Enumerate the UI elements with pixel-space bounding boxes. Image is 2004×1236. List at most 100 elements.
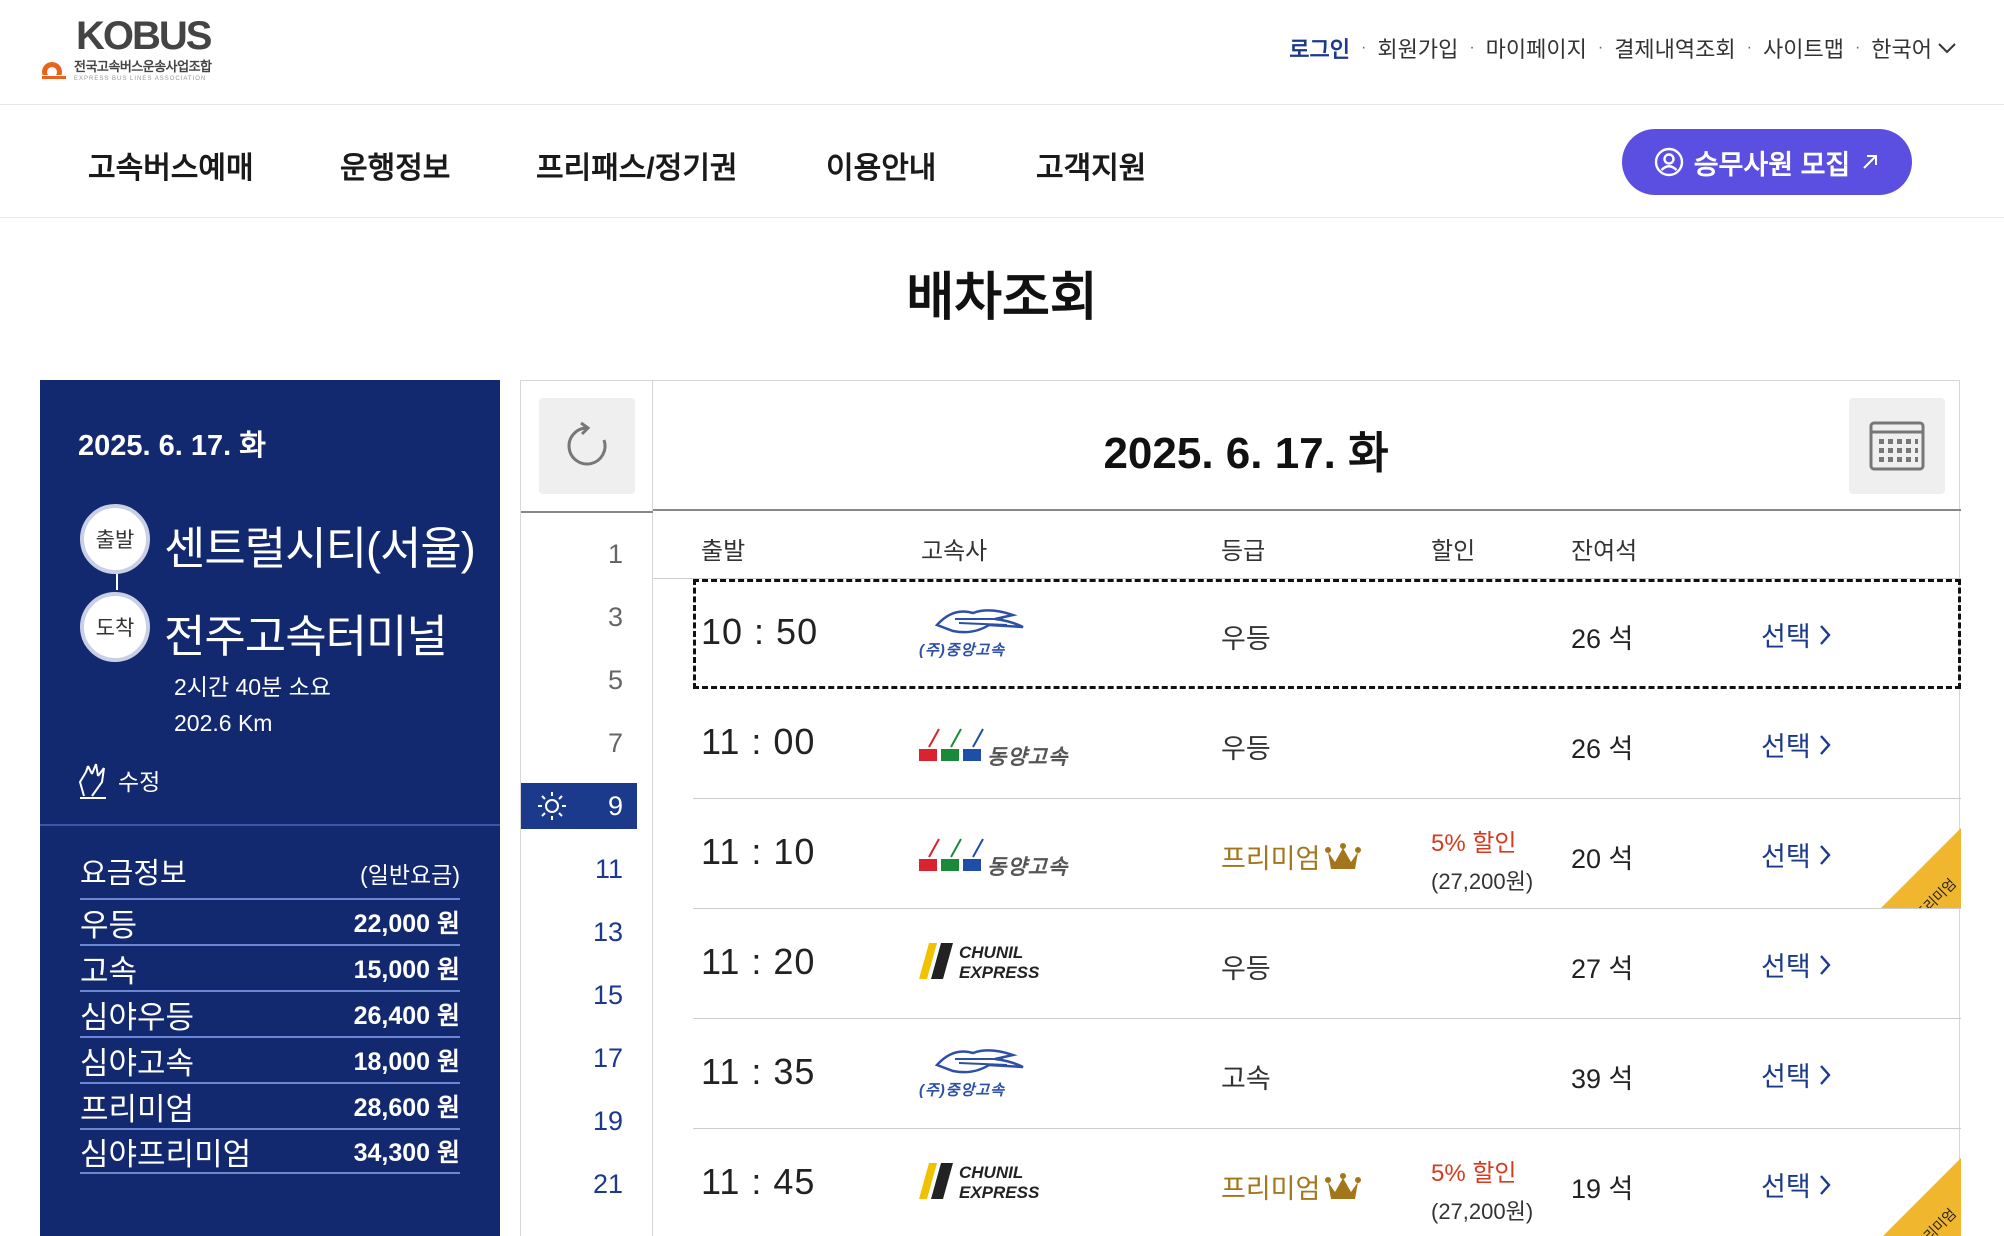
select-button[interactable]: 선택: [1761, 725, 1831, 764]
nav-item-operation-info[interactable]: 운행정보: [340, 143, 450, 187]
nav-item-freepass[interactable]: 프리패스/정기권: [536, 143, 738, 187]
recruit-button[interactable]: 승무사원 모집: [1622, 129, 1912, 195]
panel-divider: [40, 824, 500, 826]
company-logo-chunil: CHUNIL EXPRESS: [919, 1155, 1089, 1211]
edit-route-button[interactable]: 수정: [78, 760, 160, 800]
bus-grade-premium: 프리미엄: [1221, 837, 1362, 876]
table-row[interactable]: 10 : 50 (주)중앙고속 우등 26 석 선택: [693, 579, 1961, 689]
jungang-logo-mark: [934, 609, 1024, 634]
fare-price: 15,000 원: [353, 956, 460, 984]
jungang-logo-mark: [934, 1049, 1024, 1074]
nav-item-support[interactable]: 고객지원: [1036, 143, 1146, 187]
company-logo-dongyang: 동양고속: [919, 715, 1089, 771]
mypage-link[interactable]: 마이페이지: [1486, 32, 1587, 64]
select-button[interactable]: 선택: [1761, 1165, 1831, 1204]
chevron-right-icon: [1819, 624, 1831, 645]
table-row[interactable]: 11 : 45 CHUNIL EXPRESS 프리미엄 5% 할인 (27,20…: [693, 1129, 1961, 1236]
nav-item-booking[interactable]: 고속버스예매: [88, 143, 254, 187]
separator-dot: ·: [1361, 39, 1367, 56]
fare-price: 28,600 원: [353, 1094, 460, 1122]
nav-item-guide[interactable]: 이용안내: [826, 143, 936, 187]
hour-filter-15[interactable]: 15: [521, 972, 653, 1018]
bus-grade: 우등: [1221, 954, 1271, 984]
chunil-logo-mark: [919, 1163, 953, 1199]
payment-history-link[interactable]: 결제내역조회: [1614, 32, 1735, 64]
select-label: 선택: [1761, 622, 1811, 652]
fare-row: 심야고속 18,000 원: [80, 1036, 460, 1082]
arrive-badge: 도착: [80, 592, 150, 662]
seats-left: 20 석: [1571, 844, 1634, 874]
hour-filter-19[interactable]: 19: [521, 1098, 653, 1144]
logo-subtitle-en: EXPRESS BUS LINES ASSOCIATION: [74, 76, 207, 82]
hour-filter-5[interactable]: 5: [521, 657, 653, 703]
depart-time: 11 : 00: [701, 721, 816, 762]
main-nav: 고속버스예매 운행정보 프리패스/정기권 이용안내 고객지원 승무사원 모집: [0, 105, 2004, 218]
hour-filter-3[interactable]: 3: [521, 594, 653, 640]
bus-grade: 우등: [1221, 624, 1271, 654]
col-company: 고속사: [921, 538, 988, 565]
company-logo-dongyang: 동양고속: [919, 825, 1089, 881]
seats-left: 26 석: [1571, 734, 1634, 764]
hour-filter-column: 1 3 5 7 9 11 13 15 17 19 21: [521, 381, 653, 1236]
fare-row: 심야우등 26,400 원: [80, 990, 460, 1036]
sun-icon: [538, 792, 566, 820]
select-button[interactable]: 선택: [1761, 615, 1831, 654]
select-button[interactable]: 선택: [1761, 945, 1831, 984]
route-date: 2025. 6. 17. 화: [78, 430, 266, 462]
select-button[interactable]: 선택: [1761, 835, 1831, 874]
depart-time: 11 : 10: [701, 831, 816, 872]
language-select[interactable]: 한국어: [1871, 32, 1956, 64]
table-row[interactable]: 11 : 10 동양고속 프리미엄 5% 할인 (27,200원) 20 석 선…: [693, 799, 1961, 909]
hour-filter-9[interactable]: 9: [521, 783, 637, 829]
calendar-icon: [1869, 421, 1925, 471]
seats-left: 39 석: [1571, 1064, 1634, 1094]
depart-time: 11 : 45: [701, 1161, 816, 1202]
hour-column-divider: [521, 511, 653, 513]
signup-link[interactable]: 회원가입: [1377, 32, 1458, 64]
hour-filter-13[interactable]: 13: [521, 909, 653, 955]
schedule-date: 2025. 6. 17. 화: [1103, 429, 1389, 478]
company-name: CHUNIL EXPRESS: [959, 943, 1040, 982]
chevron-right-icon: [1819, 1064, 1831, 1085]
fare-row: 프리미엄 28,600 원: [80, 1082, 460, 1128]
table-row[interactable]: 11 : 00 동양고속 우등 26 석 선택: [693, 689, 1961, 799]
separator-dot: ·: [1746, 39, 1752, 56]
column-headers: 출발 고속사 등급 할인 잔여석: [653, 513, 1961, 579]
company-logo-jungang: (주)중앙고속: [919, 1045, 1089, 1101]
recruit-label: 승무사원 모집: [1693, 149, 1851, 180]
grade-label: 프리미엄: [1221, 1174, 1321, 1204]
chevron-right-icon: [1819, 954, 1831, 975]
fare-price: 22,000 원: [353, 910, 460, 938]
chevron-down-icon: [1938, 43, 1956, 54]
schedule-date-bar: 2025. 6. 17. 화: [653, 381, 1961, 511]
fare-row: 우등 22,000 원: [80, 898, 460, 944]
hour-filter-17[interactable]: 17: [521, 1035, 653, 1081]
refresh-button[interactable]: [539, 398, 635, 494]
dongyang-logo-mark: [919, 838, 984, 871]
hour-filter-7[interactable]: 7: [521, 720, 653, 766]
select-button[interactable]: 선택: [1761, 1055, 1831, 1094]
table-row[interactable]: 11 : 20 CHUNIL EXPRESS 우등 27 석 선택: [693, 909, 1961, 1019]
fare-list: 우등 22,000 원 고속 15,000 원 심야우등 26,400 원 심야고속 1…: [80, 898, 460, 1174]
logo-subtitle: 전국고속버스운송사업조합: [74, 59, 212, 74]
utility-nav: 로그인 · 회원가입 · 마이페이지 · 결제내역조회 · 사이트맵 · 한국어: [1289, 32, 1956, 64]
sitemap-link[interactable]: 사이트맵: [1763, 32, 1844, 64]
separator-dot: ·: [1597, 39, 1604, 56]
hour-filter-11[interactable]: 11: [521, 846, 653, 892]
chunil-logo-mark: [919, 943, 953, 979]
login-link[interactable]: 로그인: [1289, 32, 1350, 64]
table-row[interactable]: 11 : 35 (주)중앙고속 고속 39 석 선택: [693, 1019, 1961, 1129]
company-name: CHUNIL EXPRESS: [959, 1163, 1040, 1202]
hour-filter-1[interactable]: 1: [521, 531, 653, 577]
arrive-terminal: 전주고속터미널: [164, 611, 448, 662]
page-title: 배차조회: [906, 269, 1098, 327]
calendar-button[interactable]: [1849, 398, 1945, 494]
user-circle-icon: [1654, 147, 1683, 177]
grade-label: 프리미엄: [1221, 844, 1321, 874]
hour-filter-21[interactable]: 21: [521, 1161, 653, 1207]
travel-distance: 202.6 Km: [174, 710, 273, 736]
seats-left: 27 석: [1571, 954, 1634, 984]
depart-badge: 출발: [80, 504, 150, 574]
col-depart: 출발: [701, 538, 746, 565]
kobus-logo[interactable]: KOBUS 전국고속버스운송사업조합 EXPRESS BUS LINES ASS…: [40, 14, 220, 86]
